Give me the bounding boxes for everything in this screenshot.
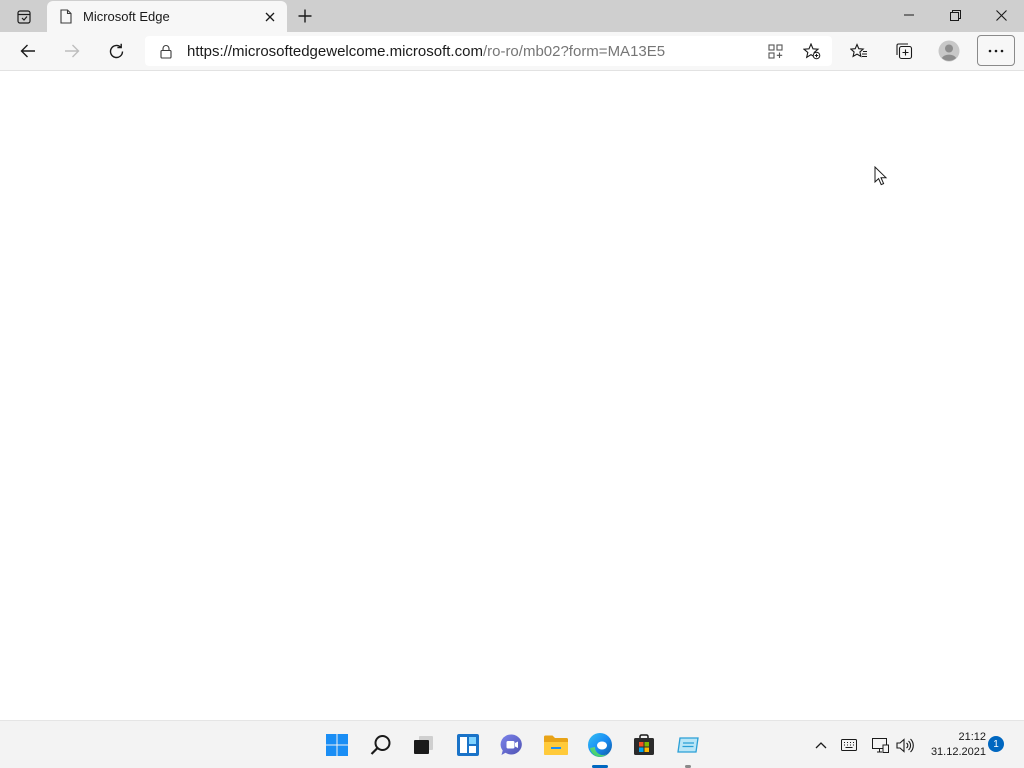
- back-arrow-icon: [20, 44, 35, 58]
- notification-badge[interactable]: 1: [988, 736, 1004, 752]
- profile-icon: [938, 40, 960, 62]
- app-available-icon: [767, 43, 783, 59]
- edge-taskbar-button[interactable]: [581, 727, 619, 768]
- favorites-icon: [850, 42, 867, 58]
- mouse-cursor-icon: [874, 166, 888, 186]
- search-icon: [370, 735, 391, 755]
- windows-start-icon: [326, 734, 348, 756]
- window-controls: [886, 0, 1024, 30]
- chat-button[interactable]: [493, 727, 531, 763]
- show-hidden-icons-button[interactable]: [810, 734, 832, 756]
- chevron-up-icon: [815, 742, 827, 749]
- url-text[interactable]: https://microsoftedgewelcome.microsoft.c…: [187, 43, 665, 60]
- settings-and-more-button[interactable]: [977, 35, 1015, 66]
- network-icon: [871, 737, 889, 753]
- clock[interactable]: 21:12 31.12.2021: [922, 730, 986, 760]
- address-bar[interactable]: https://microsoftedgewelcome.microsoft.c…: [145, 36, 832, 66]
- tab-actions-icon: [17, 10, 31, 24]
- server-app-icon: [677, 737, 699, 753]
- refresh-icon: [109, 43, 123, 58]
- lock-icon[interactable]: [159, 43, 173, 59]
- store-button[interactable]: [625, 727, 663, 763]
- profile-button[interactable]: [933, 36, 965, 66]
- minimize-icon: [904, 14, 914, 16]
- forward-button[interactable]: [56, 36, 88, 66]
- clock-date: 31.12.2021: [930, 746, 986, 758]
- volume-button[interactable]: [894, 734, 916, 756]
- chat-icon: [500, 734, 522, 755]
- keyboard-icon: [841, 739, 857, 751]
- search-button[interactable]: [362, 727, 400, 763]
- close-icon: [265, 12, 275, 21]
- clock-time: 21:12: [958, 731, 986, 743]
- task-view-button[interactable]: [404, 727, 442, 763]
- tab-strip: Microsoft Edge: [0, 0, 1024, 32]
- task-view-icon: [414, 736, 433, 754]
- restore-button[interactable]: [932, 0, 978, 30]
- app-available-button[interactable]: [762, 39, 788, 63]
- url-path: /ro-ro/mb02?form=MA13E5: [482, 42, 666, 60]
- new-tab-button[interactable]: [293, 4, 317, 28]
- plus-icon: [298, 9, 312, 23]
- volume-icon: [896, 737, 914, 753]
- widgets-button[interactable]: [449, 727, 487, 763]
- tab-actions-button[interactable]: [8, 6, 40, 28]
- collections-button[interactable]: [888, 36, 920, 66]
- tab-title: Microsoft Edge: [83, 9, 170, 24]
- tab-microsoft-edge[interactable]: Microsoft Edge: [47, 1, 287, 32]
- network-button[interactable]: [869, 734, 891, 756]
- minimize-button[interactable]: [886, 0, 932, 30]
- page-content[interactable]: [0, 71, 1024, 720]
- close-icon: [995, 9, 1007, 21]
- edge-icon: [588, 733, 612, 757]
- file-explorer-button[interactable]: [537, 727, 575, 763]
- start-button[interactable]: [318, 727, 356, 763]
- favorites-button[interactable]: [843, 36, 875, 66]
- close-window-button[interactable]: [978, 0, 1024, 30]
- collections-icon: [896, 43, 913, 60]
- browser-toolbar: https://microsoftedgewelcome.microsoft.c…: [0, 32, 1024, 71]
- store-icon: [634, 734, 654, 755]
- restore-icon: [949, 9, 961, 21]
- widgets-icon: [457, 734, 479, 756]
- page-icon: [59, 9, 73, 25]
- url-host: https://microsoftedgewelcome.microsoft.c…: [187, 42, 483, 60]
- server-app-button[interactable]: [669, 727, 707, 768]
- more-icon: [988, 49, 1004, 52]
- add-favorite-icon: [803, 42, 821, 59]
- back-button[interactable]: [12, 36, 44, 66]
- forward-arrow-icon: [65, 44, 80, 58]
- add-favorite-button[interactable]: [799, 39, 825, 63]
- taskbar: 21:12 31.12.2021: [0, 720, 1024, 768]
- input-indicator-button[interactable]: [838, 734, 860, 756]
- folder-icon: [544, 735, 568, 755]
- refresh-button[interactable]: [100, 36, 132, 66]
- close-tab-button[interactable]: [259, 6, 281, 28]
